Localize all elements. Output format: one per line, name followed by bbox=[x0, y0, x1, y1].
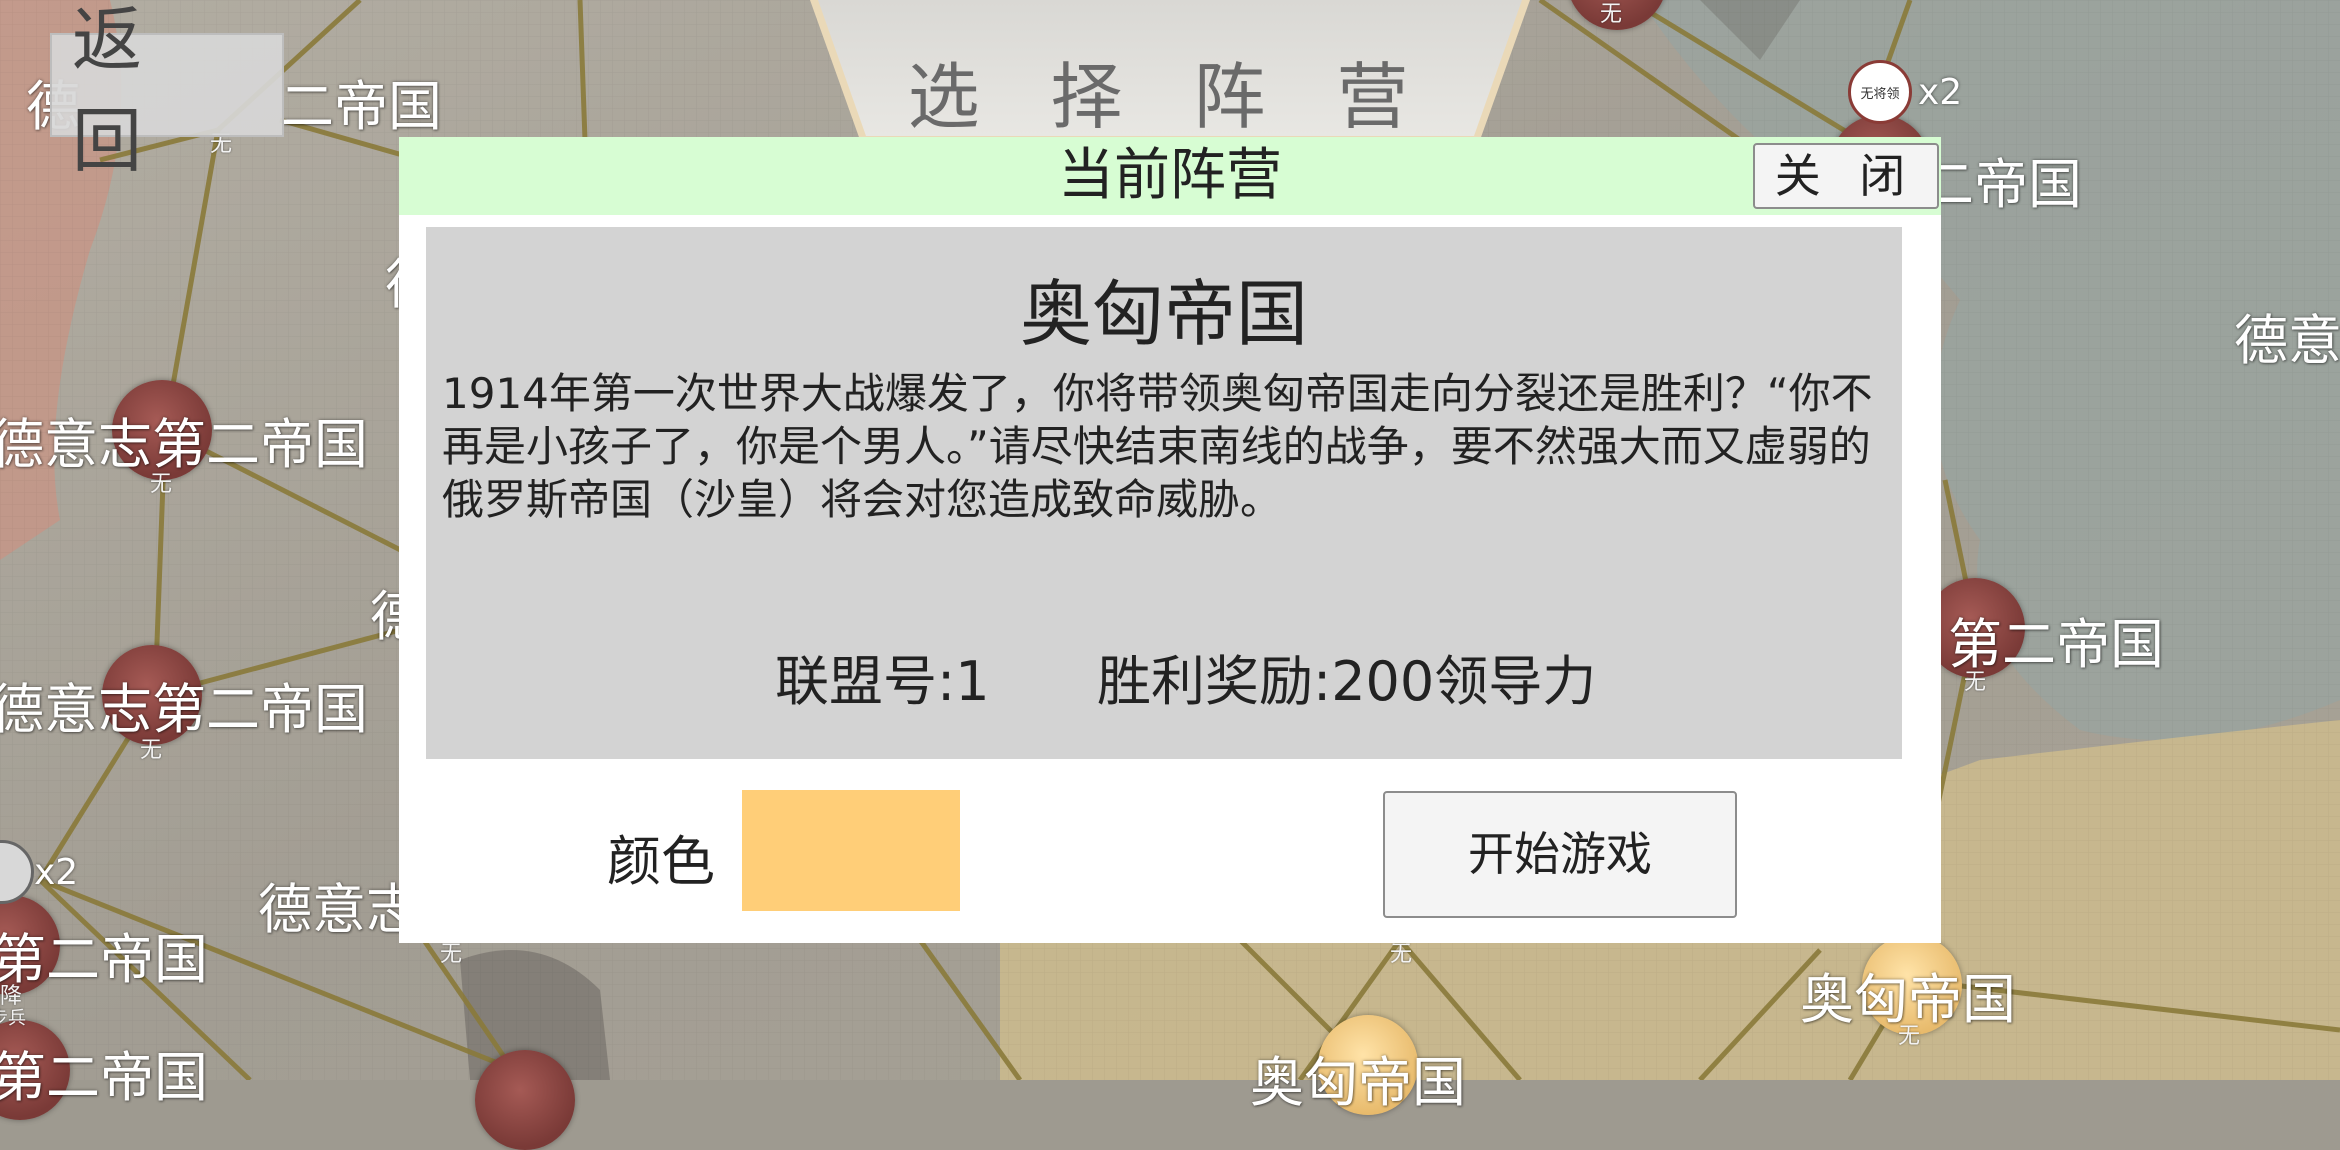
faction-color-swatch[interactable] bbox=[742, 790, 960, 911]
left-unit-sub-label: 步兵 bbox=[0, 1008, 26, 1029]
close-button[interactable]: 关 闭 bbox=[1753, 143, 1939, 209]
unit-count-label: x2 bbox=[1918, 72, 1963, 113]
map-sub-label: 无 bbox=[140, 738, 163, 763]
victory-reward: 胜利奖励:200领导力 bbox=[1097, 650, 1597, 713]
map-sub-label: 无 bbox=[1898, 1024, 1921, 1049]
screen-title: 选 择 阵 营 bbox=[907, 55, 1433, 139]
faction-info-panel: 奥匈帝国 1914年第一次世界大战爆发了，你将带领奥匈帝国走向分裂还是胜利？“你… bbox=[426, 227, 1902, 759]
general-token-label: 无将领 bbox=[1860, 86, 1900, 102]
unit-count-label: x2 bbox=[34, 852, 79, 893]
start-game-button[interactable]: 开始游戏 bbox=[1383, 791, 1737, 918]
faction-description: 1914年第一次世界大战爆发了，你将带领奥匈帝国走向分裂还是胜利？“你不再是小孩… bbox=[442, 369, 1873, 524]
general-token[interactable]: 无将领 bbox=[1848, 60, 1912, 124]
dialog-title: 当前阵营 bbox=[1058, 143, 1282, 208]
map-node-de-2[interactable] bbox=[102, 645, 202, 745]
map-node-ah-2[interactable] bbox=[1318, 1015, 1418, 1115]
faction-dialog: 当前阵营 关 闭 奥匈帝国 1914年第一次世界大战爆发了，你将带领奥匈帝国走向… bbox=[399, 137, 1941, 943]
faction-name: 奥匈帝国 bbox=[1019, 272, 1308, 356]
map-node-de-5[interactable] bbox=[475, 1050, 575, 1150]
map-sub-label: 无 bbox=[1600, 2, 1623, 27]
alliance-number: 联盟号:1 bbox=[775, 650, 990, 713]
map-sub-label: 无 bbox=[150, 472, 173, 497]
color-label: 颜色 bbox=[607, 830, 715, 893]
map-node-de-1[interactable] bbox=[112, 380, 212, 480]
select-faction-tab: 选 择 阵 营 bbox=[810, 0, 1530, 140]
map-sub-label: 无 bbox=[1964, 670, 1987, 695]
back-button[interactable]: 返 回 bbox=[50, 0, 284, 182]
